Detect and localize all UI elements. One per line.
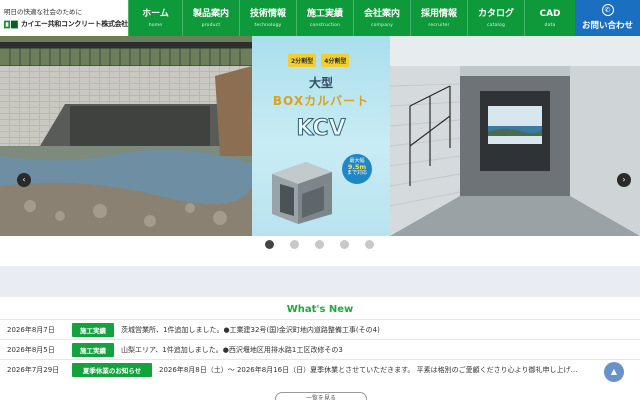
banner-strip bbox=[0, 266, 640, 297]
slider-dot-5[interactable] bbox=[365, 240, 374, 249]
news-text[interactable]: 山梨エリア、1件追加しました。●西沢堰地区用排水路1工区改修その3 bbox=[114, 345, 343, 355]
hero-title: KCV bbox=[296, 116, 346, 142]
company-logo-icon bbox=[4, 20, 18, 28]
news-text[interactable]: 茨城営業所、1件追加しました。●工業建32号(国)金沢町地内道路整備工事(その4… bbox=[114, 325, 380, 335]
contact-button[interactable]: ✆ お問い合わせ bbox=[575, 0, 640, 36]
slide-kcv-ad[interactable]: 2分割型 4分割型 大型 BOXカルバート KCV 最大幅 9.5m まで対応 bbox=[252, 36, 390, 236]
hero-line1: 大型 bbox=[308, 76, 333, 90]
news-item[interactable]: 2026年8月5日 施工実績 山梨エリア、1件追加しました。●西沢堰地区用排水路… bbox=[0, 339, 640, 359]
arrow-up-icon: ▲ bbox=[610, 367, 618, 376]
phone-icon: ✆ bbox=[601, 4, 614, 16]
slider-dot-2[interactable] bbox=[290, 240, 299, 249]
box-culvert-illustration bbox=[272, 162, 332, 224]
nav-construction[interactable]: 施工実績 construction bbox=[296, 0, 353, 36]
hero-slider: 2分割型 4分割型 大型 BOXカルバート KCV 最大幅 9.5m まで対応 bbox=[0, 36, 640, 236]
news-tag[interactable]: 夏季休業のお知らせ bbox=[72, 362, 152, 377]
news-text[interactable]: 2026年8月8日（土）～ 2026年8月16日（日）夏季休業とさせていただきま… bbox=[152, 365, 578, 375]
slider-dot-4[interactable] bbox=[340, 240, 349, 249]
news-heading: What's New bbox=[286, 304, 354, 315]
news-more-button[interactable]: 一覧を見る bbox=[275, 392, 367, 400]
news-item[interactable]: 2026年7月29日 夏季休業のお知らせ 2026年8月8日（土）～ 2026年… bbox=[0, 359, 640, 379]
nav-technology[interactable]: 技術情報 technology bbox=[239, 0, 296, 36]
slider-dot-3[interactable] bbox=[315, 240, 324, 249]
news-list: 2026年8月7日 施工実績 茨城営業所、1件追加しました。●工業建32号(国)… bbox=[0, 319, 640, 379]
news-date: 2026年8月7日 bbox=[7, 325, 55, 334]
slide-image-bridge bbox=[0, 36, 252, 236]
nav-product[interactable]: 製品案内 product bbox=[182, 0, 239, 36]
hero-line2: BOXカルバート bbox=[272, 94, 370, 108]
badge-two-split: 2分割型 bbox=[288, 54, 317, 67]
news-tag[interactable]: 施工実績 bbox=[72, 342, 114, 357]
site-header: 明日の快適な社会のために カイエー共和コンクリート株式会社 ホーム home 製… bbox=[0, 0, 640, 36]
logo-tagline: 明日の快適な社会のために bbox=[4, 8, 82, 16]
news-item[interactable]: 2026年8月7日 施工実績 茨城営業所、1件追加しました。●工業建32号(国)… bbox=[0, 319, 640, 339]
slider-dot-1[interactable] bbox=[265, 240, 274, 249]
news-tag[interactable]: 施工実績 bbox=[72, 322, 114, 337]
slider-prev-button[interactable]: ‹ bbox=[17, 173, 31, 187]
slide-image-culvert bbox=[390, 36, 640, 236]
nav-home[interactable]: ホーム home bbox=[128, 0, 182, 36]
badge-four-split: 4分割型 bbox=[321, 54, 350, 67]
max-width-badge: 最大幅 9.5m まで対応 bbox=[342, 154, 372, 184]
scroll-to-top-button[interactable]: ▲ bbox=[604, 362, 624, 382]
main-nav: ホーム home 製品案内 product 技術情報 technology 施工… bbox=[128, 0, 575, 36]
slider-pagination bbox=[265, 240, 374, 249]
news-date: 2026年7月29日 bbox=[7, 365, 60, 374]
nav-company[interactable]: 会社案内 company bbox=[353, 0, 410, 36]
news-date: 2026年8月5日 bbox=[7, 345, 55, 354]
nav-catalog[interactable]: カタログ catalog bbox=[467, 0, 524, 36]
slider-next-button[interactable]: › bbox=[617, 173, 631, 187]
nav-cad[interactable]: CAD data bbox=[524, 0, 575, 36]
logo[interactable]: 明日の快適な社会のために カイエー共和コンクリート株式会社 bbox=[0, 0, 128, 36]
nav-recruiter[interactable]: 採用情報 recruiter bbox=[410, 0, 467, 36]
company-name: カイエー共和コンクリート株式会社 bbox=[20, 20, 128, 28]
